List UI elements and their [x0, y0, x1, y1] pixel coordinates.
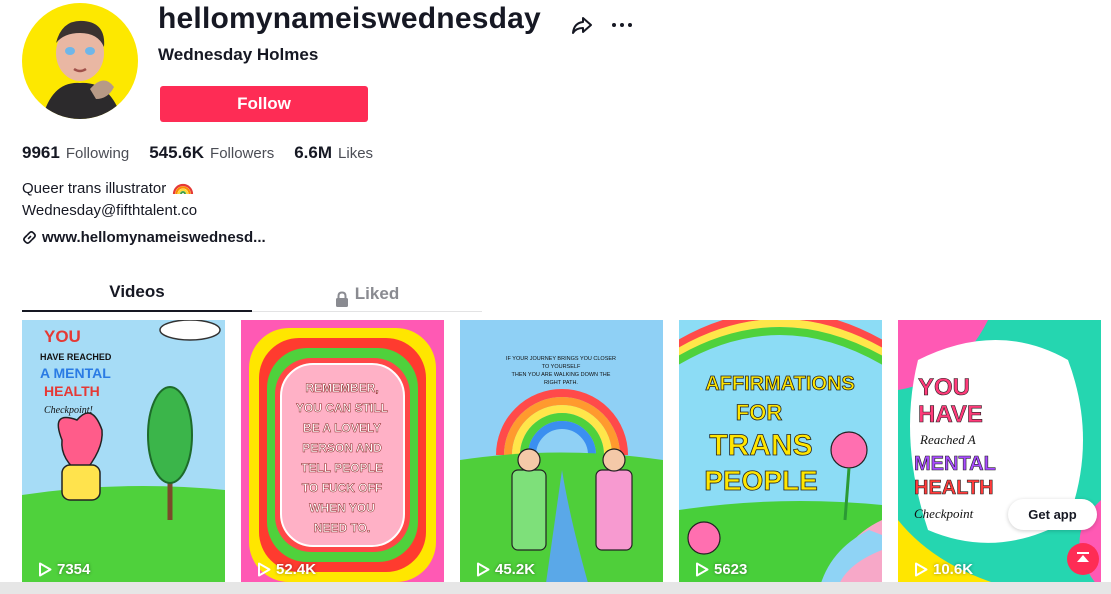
profile-link[interactable]: www.hellomynameiswednesd... — [22, 229, 266, 246]
stat-followers[interactable]: 545.6K Followers — [149, 143, 274, 163]
art-text: Checkpoint — [914, 506, 974, 521]
back-to-top-button[interactable] — [1067, 543, 1099, 575]
share-icon[interactable] — [570, 13, 594, 37]
view-count: 5623 — [695, 561, 747, 578]
video-card[interactable]: IF YOUR JOURNEY BRINGS YOU CLOSER TO YOU… — [460, 320, 663, 590]
bio-line-text: Queer trans illustrator — [22, 180, 167, 197]
stat-label: Following — [65, 145, 130, 162]
link-icon — [22, 230, 37, 245]
view-count: 52.4K — [257, 561, 316, 578]
art-text: IF YOUR JOURNEY BRINGS YOU CLOSER — [506, 356, 616, 362]
stat-value: 6.6M — [294, 143, 333, 162]
get-app-button[interactable]: Get app — [1008, 499, 1097, 530]
art-text: AFFIRMATIONS — [705, 373, 855, 395]
video-grid: YOU HAVE REACHED A MENTAL HEALTH Checkpo… — [22, 320, 1101, 590]
profile-stats: 9961 Following 545.6K Followers 6.6M Lik… — [22, 143, 393, 163]
display-name: Wednesday Holmes — [158, 45, 319, 64]
art-text: FOR — [736, 400, 783, 425]
art-text: WHEN YOU — [309, 501, 375, 515]
stat-label: Followers — [210, 145, 275, 162]
art-text: Checkpoint! — [44, 405, 93, 416]
art-text: HAVE — [918, 401, 983, 428]
stat-value: 9961 — [22, 143, 60, 162]
view-count-value: 45.2K — [495, 561, 536, 578]
art-text: TRANS — [709, 429, 812, 462]
arrow-up-icon — [1075, 550, 1091, 569]
bio-email: Wednesday@fifthtalent.co — [22, 202, 198, 219]
art-text: TO YOURSELF — [542, 364, 581, 370]
avatar[interactable] — [22, 3, 138, 119]
stat-likes: 6.6M Likes — [294, 143, 373, 163]
view-count-value: 52.4K — [276, 561, 317, 578]
tab-liked[interactable]: Liked — [252, 276, 482, 311]
play-icon — [914, 562, 928, 577]
art-text: NEED TO. — [314, 521, 370, 535]
stat-following[interactable]: 9961 Following — [22, 143, 129, 163]
art-text: MENTAL — [914, 453, 996, 475]
lock-icon — [335, 286, 349, 307]
username: hellomynameiswednesday — [158, 2, 541, 35]
stat-label: Likes — [338, 145, 374, 162]
video-thumbnail: REMEMBER, YOU CAN STILL BE A LOVELY PERS… — [241, 320, 444, 590]
video-card[interactable]: AFFIRMATIONS FOR TRANS PEOPLE 5623 — [679, 320, 882, 590]
art-text: TELL PEOPLE — [301, 461, 383, 475]
profile-tabs: Videos Liked — [22, 276, 482, 312]
tab-liked-label: Liked — [354, 283, 400, 303]
view-count: 45.2K — [476, 561, 535, 578]
tab-videos[interactable]: Videos — [22, 276, 252, 312]
art-text: TO FUCK OFF — [302, 481, 382, 495]
play-icon — [476, 562, 490, 577]
view-count-value: 5623 — [714, 561, 748, 578]
art-text: YOU CAN STILL — [296, 401, 388, 415]
art-text: HEALTH — [44, 383, 100, 399]
bio: Queer trans illustrator Wednesday@fiftht… — [22, 178, 197, 222]
rainbow-icon — [172, 179, 194, 195]
art-text: YOU — [44, 327, 81, 346]
video-thumbnail: YOU HAVE REACHED A MENTAL HEALTH Checkpo… — [22, 320, 225, 590]
more-options-icon[interactable] — [610, 13, 634, 37]
stat-value: 545.6K — [149, 143, 205, 162]
play-icon — [38, 562, 52, 577]
view-count: 10.6K — [914, 561, 973, 578]
art-text: YOU — [918, 374, 970, 401]
art-text: HAVE REACHED — [40, 352, 112, 362]
art-text: REMEMBER, — [305, 381, 378, 395]
art-text: PERSON AND — [302, 441, 382, 455]
play-icon — [695, 562, 709, 577]
profile-link-text: www.hellomynameiswednesd... — [42, 229, 266, 246]
art-text: BE A LOVELY — [303, 421, 381, 435]
art-text: PEOPLE — [704, 465, 818, 496]
video-card[interactable]: REMEMBER, YOU CAN STILL BE A LOVELY PERS… — [241, 320, 444, 590]
art-text: A MENTAL — [40, 365, 111, 381]
view-count: 7354 — [38, 561, 90, 578]
video-card[interactable]: YOU HAVE REACHED A MENTAL HEALTH Checkpo… — [22, 320, 225, 590]
view-count-value: 10.6K — [933, 561, 974, 578]
video-thumbnail: IF YOUR JOURNEY BRINGS YOU CLOSER TO YOU… — [460, 320, 663, 590]
art-text: Reached A — [919, 432, 976, 447]
play-icon — [257, 562, 271, 577]
video-thumbnail: AFFIRMATIONS FOR TRANS PEOPLE — [679, 320, 882, 590]
art-text: THEN YOU ARE WALKING DOWN THE — [512, 372, 611, 378]
art-text: HEALTH — [914, 477, 994, 499]
horizontal-scrollbar[interactable] — [0, 582, 1111, 594]
bio-line: Queer trans illustrator — [22, 178, 197, 200]
view-count-value: 7354 — [57, 561, 91, 578]
art-text: RIGHT PATH. — [544, 380, 578, 386]
follow-button[interactable]: Follow — [160, 86, 368, 122]
